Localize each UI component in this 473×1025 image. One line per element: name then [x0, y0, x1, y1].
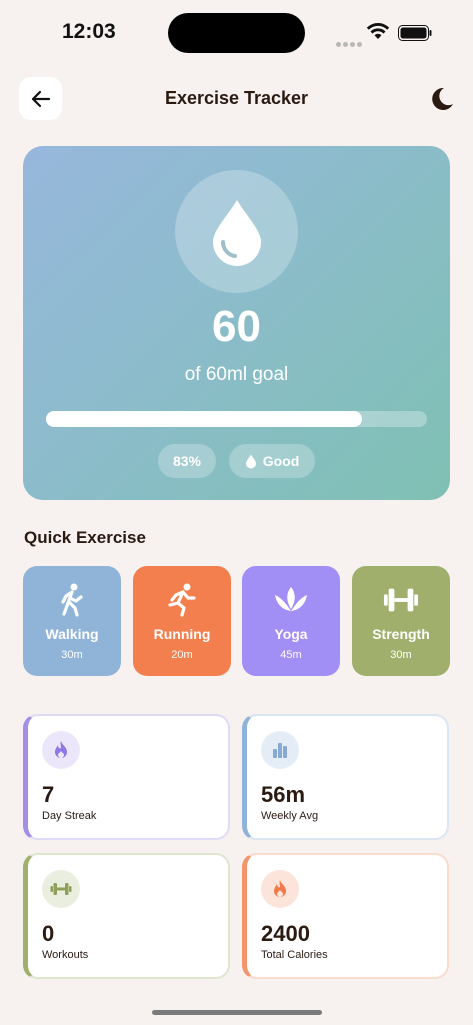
bar-chart-icon — [273, 743, 287, 758]
flame-icon — [55, 741, 67, 758]
percent-badge: 83% — [158, 444, 216, 478]
stat-value: 2400 — [261, 921, 310, 946]
quick-exercise-title: Quick Exercise — [24, 528, 146, 547]
hydration-progress-fill — [46, 411, 363, 427]
water-drop-badge — [175, 170, 298, 293]
home-indicator[interactable] — [152, 1010, 322, 1015]
status-bar: 12:03 — [0, 0, 473, 64]
cellular-signal-icon — [336, 34, 364, 52]
exercise-card-running[interactable]: Running 20m — [133, 566, 231, 676]
moon-icon[interactable] — [426, 84, 456, 114]
dumbbell-icon — [50, 883, 72, 895]
exercise-duration: 30m — [61, 649, 83, 661]
stat-icon-badge — [42, 731, 80, 769]
exercise-card-walking[interactable]: Walking 30m — [23, 566, 121, 676]
exercise-label: Yoga — [274, 626, 308, 642]
wifi-icon — [366, 23, 390, 39]
page-title: Exercise Tracker — [164, 88, 309, 108]
battery-icon — [398, 25, 432, 41]
hydration-value: 60 — [212, 302, 261, 351]
stat-card-day-streak: 7 Day Streak — [23, 714, 230, 840]
stat-label: Weekly Avg — [261, 810, 319, 822]
stat-icon-badge — [42, 870, 80, 908]
percent-label: 83% — [172, 453, 202, 469]
stat-card-total-calories: 2400 Total Calories — [242, 853, 449, 979]
exercise-label: Running — [153, 626, 211, 642]
dynamic-island — [168, 13, 305, 53]
hydration-summary-card: 60 of 60ml goal 83% Good — [23, 146, 450, 500]
exercise-duration: 20m — [171, 649, 193, 661]
stat-icon-badge — [261, 870, 299, 908]
stat-value: 56m — [261, 782, 306, 807]
stat-value: 7 — [42, 782, 55, 807]
stat-label: Day Streak — [42, 810, 97, 822]
exercise-label: Walking — [45, 626, 99, 642]
lotus-icon — [275, 587, 307, 611]
exercise-card-strength[interactable]: Strength 30m — [352, 566, 450, 676]
water-drop-icon — [212, 199, 261, 266]
flame-icon — [274, 880, 286, 897]
hydration-progress-bar — [46, 411, 427, 427]
water-drop-icon — [245, 454, 256, 468]
dumbbell-icon — [383, 588, 419, 612]
stat-icon-badge — [261, 731, 299, 769]
stat-card-workouts: 0 Workouts — [23, 853, 230, 979]
exercise-duration: 45m — [280, 649, 302, 661]
status-badge: Good — [229, 444, 315, 478]
stat-label: Total Calories — [261, 949, 328, 961]
stat-card-weekly-avg: 56m Weekly Avg — [242, 714, 449, 840]
exercise-label: Strength — [372, 626, 430, 642]
stat-value: 0 — [42, 921, 55, 946]
stat-label: Workouts — [42, 949, 89, 961]
exercise-duration: 30m — [390, 649, 412, 661]
hydration-goal-text: of 60ml goal — [184, 364, 289, 385]
walking-icon — [61, 583, 83, 617]
exercise-card-yoga[interactable]: Yoga 45m — [242, 566, 340, 676]
running-icon — [168, 583, 196, 617]
status-time: 12:03 — [62, 20, 116, 43]
status-label: Good — [262, 453, 300, 469]
